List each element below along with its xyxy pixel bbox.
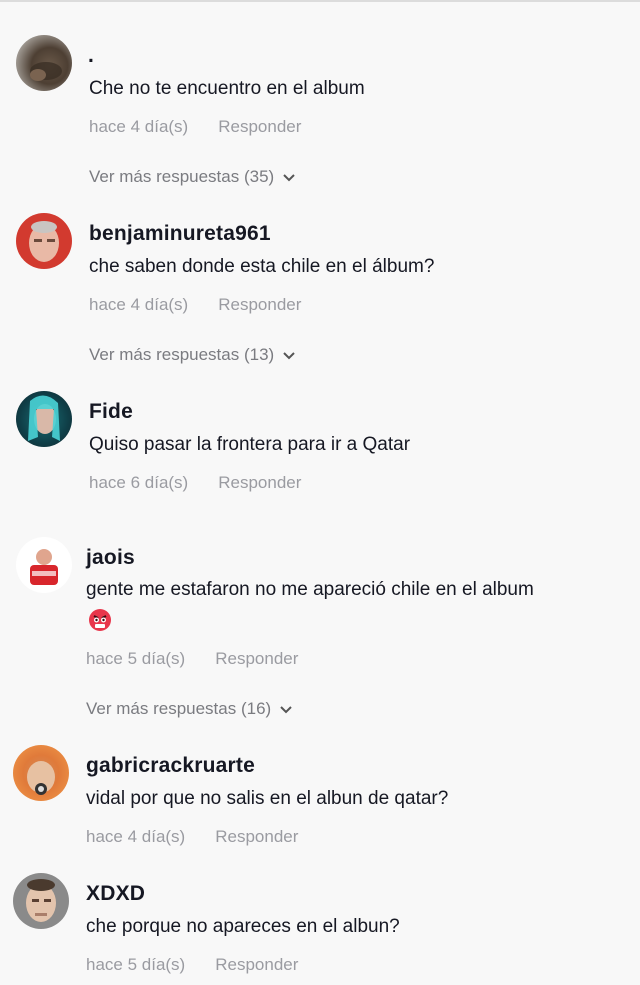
avatar[interactable] [13,745,69,801]
comment-text: Quiso pasar la frontera para ir a Qatar [89,434,411,455]
comment-username[interactable]: gabricrackruarte [86,754,255,778]
reply-button[interactable]: Responder [215,827,298,846]
comment-username[interactable]: benjaminureta961 [89,222,271,246]
comment-time: hace 6 día(s) [89,473,189,492]
more-replies-label: Ver más respuestas (35) [89,167,275,186]
more-replies-label: Ver más respuestas (16) [86,699,272,718]
chevron-down-icon [282,346,296,366]
comment-text: che saben donde esta chile en el álbum? [89,256,435,277]
reply-button[interactable]: Responder [218,473,301,492]
avatar-photo-icon [27,761,55,795]
more-replies-button[interactable]: Ver más respuestas (35) [89,167,296,188]
avatar-photo-icon [28,395,60,441]
avatar[interactable] [16,213,72,269]
comment-meta: hace 4 día(s) Responder [89,117,301,137]
comment-meta: hace 4 día(s) Responder [89,295,301,315]
avatar-photo-icon [26,879,56,922]
chevron-down-icon [282,168,296,188]
reply-button[interactable]: Responder [215,955,298,974]
comment-username[interactable]: . [88,44,94,68]
comment-time: hace 5 día(s) [86,955,186,974]
comment-text: Che no te encuentro en el album [89,78,365,99]
comment-time: hace 5 día(s) [86,649,186,668]
comment-text: gente me estafaron no me apareció chile … [86,579,534,600]
more-replies-button[interactable]: Ver más respuestas (13) [89,345,296,366]
comment-meta: hace 4 día(s) Responder [86,827,298,847]
avatar[interactable] [16,391,72,447]
avatar-photo-icon [30,62,62,81]
angry-face-emoji [88,608,112,632]
more-replies-label: Ver más respuestas (13) [89,345,275,364]
comment-text: vidal por que no salis en el albun de qa… [86,788,449,809]
reply-button[interactable]: Responder [215,649,298,668]
reply-button[interactable]: Responder [218,295,301,314]
comment-meta: hace 5 día(s) Responder [86,955,298,975]
avatar[interactable] [16,537,72,593]
comment-username[interactable]: jaois [86,546,135,570]
avatar[interactable] [13,873,69,929]
comment-username[interactable]: XDXD [86,882,145,906]
chevron-down-icon [279,700,293,720]
avatar-photo-icon [29,221,59,262]
comment-time: hace 4 día(s) [89,117,189,136]
comment-meta: hace 5 día(s) Responder [86,649,298,669]
avatar-photo-icon [30,549,58,585]
avatar[interactable] [16,35,72,91]
comment-text: che porque no apareces en el albun? [86,916,400,937]
top-divider [0,0,640,2]
more-replies-button[interactable]: Ver más respuestas (16) [86,699,293,720]
comment-time: hace 4 día(s) [86,827,186,846]
comment-username[interactable]: Fide [89,400,133,424]
comment-time: hace 4 día(s) [89,295,189,314]
reply-button[interactable]: Responder [218,117,301,136]
comment-meta: hace 6 día(s) Responder [89,473,301,493]
angry-face-icon [89,609,111,631]
